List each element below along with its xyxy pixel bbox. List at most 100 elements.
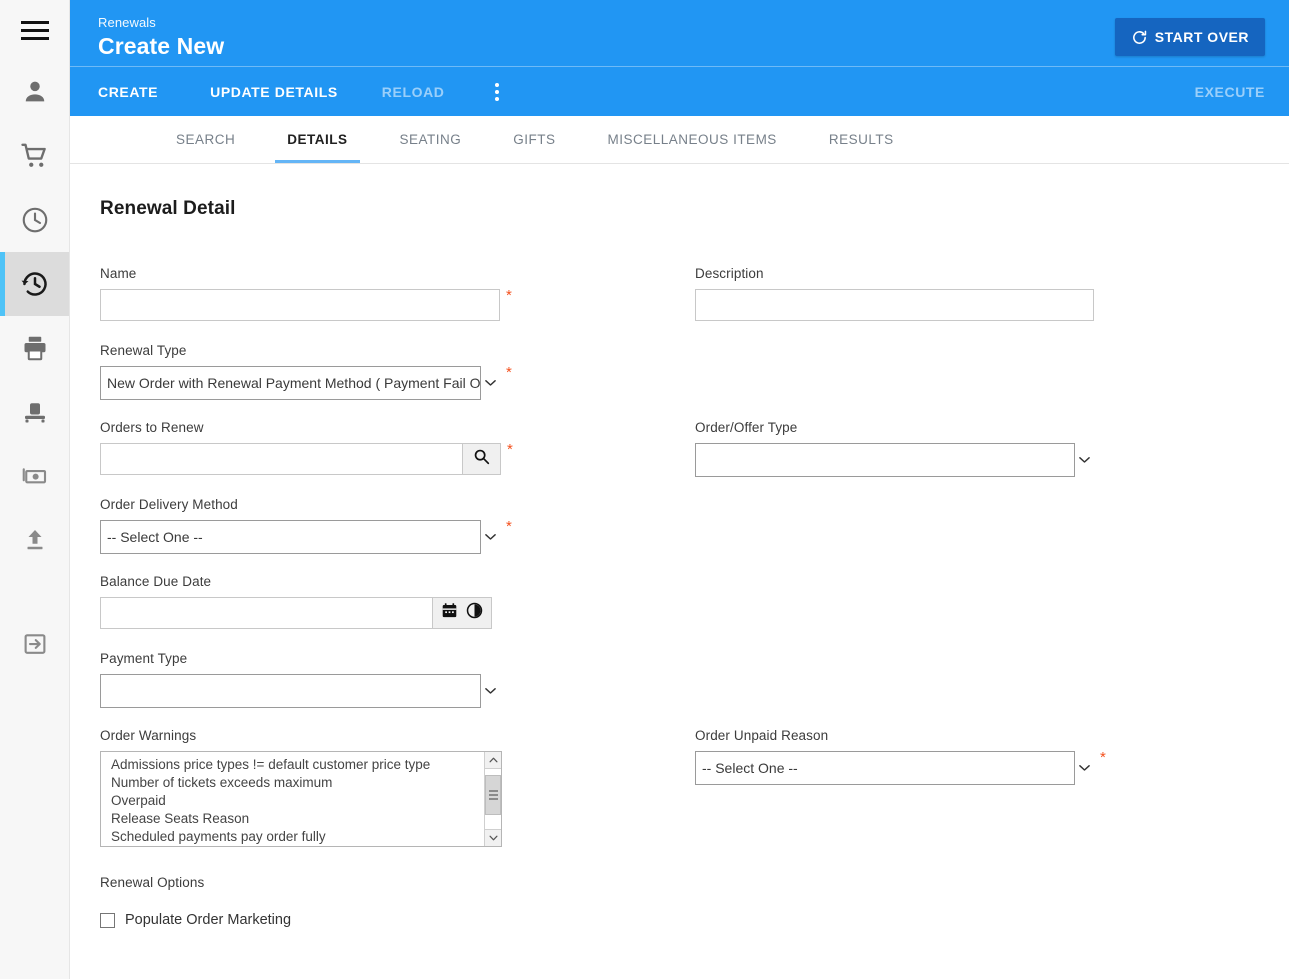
list-item[interactable]: Admissions price types != default custom…	[111, 756, 501, 774]
list-item[interactable]: Number of tickets exceeds maximum	[111, 774, 501, 792]
action-execute: EXECUTE	[1194, 83, 1265, 100]
field-order-unpaid-reason: Order Unpaid Reason -- Select One -- *	[695, 728, 1106, 785]
orders-to-renew-label: Orders to Renew	[100, 420, 204, 435]
field-renewal-options: Renewal Options Populate Order Marketing	[100, 875, 291, 928]
list-item[interactable]: Scheduled payments pay order fully	[111, 828, 501, 846]
hamburger-menu-icon[interactable]	[0, 0, 69, 60]
start-over-button[interactable]: START OVER	[1114, 18, 1265, 56]
balance-due-date-label: Balance Due Date	[100, 574, 212, 589]
payment-type-select-wrap	[100, 674, 500, 708]
form-grid: Name * Description Renewal Type New Orde…	[70, 258, 1289, 979]
order-delivery-method-select[interactable]: -- Select One --	[100, 520, 500, 554]
sidebar-item-upload[interactable]	[0, 508, 69, 572]
renewal-options-label: Renewal Options	[100, 875, 205, 890]
order-delivery-method-select-wrap: -- Select One --	[100, 520, 500, 554]
tab-bar: SEARCH DETAILS SEATING GIFTS MISCELLANEO…	[70, 116, 1289, 164]
app-root: Renewals Create New START OVER CREATE UP…	[0, 0, 1289, 979]
seat-icon	[20, 397, 50, 427]
sidebar-item-cart[interactable]	[0, 124, 69, 188]
history-icon	[20, 269, 50, 299]
clock-picker-icon[interactable]	[466, 602, 483, 624]
order-warnings-listbox[interactable]: Admissions price types != default custom…	[100, 751, 502, 847]
field-balance-due-date: Balance Due Date	[100, 574, 492, 629]
page-title: Create New	[98, 33, 225, 59]
order-warnings-scrollbar[interactable]	[484, 752, 501, 846]
balance-due-date-input[interactable]	[100, 597, 433, 629]
header-titles: Renewals Create New	[98, 14, 224, 60]
clock-icon	[20, 205, 50, 235]
tab-results[interactable]: RESULTS	[803, 116, 920, 163]
search-icon	[473, 448, 490, 470]
populate-order-marketing-row[interactable]: Populate Order Marketing	[100, 912, 291, 928]
balance-due-date-pickers[interactable]	[433, 597, 492, 629]
order-unpaid-reason-label: Order Unpaid Reason	[695, 728, 829, 743]
breadcrumb: Renewals	[98, 15, 156, 30]
sidebar-item-login[interactable]	[0, 612, 69, 676]
scroll-down-icon[interactable]	[485, 829, 501, 846]
orders-to-renew-input[interactable]	[100, 443, 463, 475]
field-order-delivery-method: Order Delivery Method -- Select One -- *	[100, 497, 512, 554]
field-name: Name *	[100, 266, 512, 321]
kebab-menu-icon[interactable]	[475, 67, 519, 117]
money-icon	[20, 461, 50, 491]
printer-icon	[20, 333, 50, 363]
field-orders-to-renew: Orders to Renew *	[100, 420, 513, 475]
page-header: Renewals Create New START OVER	[70, 0, 1289, 66]
list-item[interactable]: Release Seats Reason	[111, 810, 501, 828]
sidebar-item-customer[interactable]	[0, 60, 69, 124]
sidebar	[0, 0, 70, 979]
order-warnings-items: Admissions price types != default custom…	[101, 752, 501, 847]
renewal-type-label: Renewal Type	[100, 343, 187, 358]
name-input[interactable]	[100, 289, 500, 321]
orders-to-renew-required-marker: *	[507, 441, 513, 458]
tab-details[interactable]: DETAILS	[261, 116, 373, 163]
sidebar-item-renewals[interactable]	[0, 252, 69, 316]
orders-to-renew-search-button[interactable]	[463, 443, 501, 475]
tab-gifts[interactable]: GIFTS	[487, 116, 581, 163]
tab-search[interactable]: SEARCH	[150, 116, 261, 163]
field-order-offer-type: Order/Offer Type	[695, 420, 1094, 477]
tab-seating[interactable]: SEATING	[374, 116, 488, 163]
list-item[interactable]: Unfulfilled handling	[111, 846, 501, 847]
action-update-details[interactable]: UPDATE DETAILS	[188, 67, 360, 117]
tab-miscellaneous-items[interactable]: MISCELLANEOUS ITEMS	[582, 116, 803, 163]
tab-panel-details: Renewal Detail Name * Description Renewa…	[70, 164, 1289, 979]
description-input[interactable]	[695, 289, 1094, 321]
payment-type-label: Payment Type	[100, 651, 188, 666]
sidebar-item-seating[interactable]	[0, 380, 69, 444]
scroll-thumb[interactable]	[485, 775, 501, 815]
order-delivery-method-label: Order Delivery Method	[100, 497, 238, 512]
scroll-track[interactable]	[485, 769, 501, 829]
order-offer-type-label: Order/Offer Type	[695, 420, 798, 435]
payment-type-select[interactable]	[100, 674, 500, 708]
cart-icon	[20, 141, 50, 171]
field-order-warnings: Order Warnings Admissions price types !=…	[100, 728, 502, 847]
field-renewal-type: Renewal Type New Order with Renewal Paym…	[100, 343, 512, 400]
action-reload: RELOAD	[381, 83, 445, 100]
action-bar: CREATE UPDATE DETAILS RELOAD EXECUTE	[70, 66, 1289, 116]
scroll-up-icon[interactable]	[485, 752, 501, 769]
list-item[interactable]: Overpaid	[111, 792, 501, 810]
field-description: Description	[695, 266, 1094, 321]
renewal-type-select[interactable]: New Order with Renewal Payment Method ( …	[100, 366, 500, 400]
start-over-label: START OVER	[1154, 29, 1249, 45]
order-unpaid-reason-required-marker: *	[1100, 749, 1106, 766]
action-create[interactable]: CREATE	[98, 67, 188, 117]
description-label: Description	[695, 266, 764, 281]
sidebar-item-print[interactable]	[0, 316, 69, 380]
renewal-type-required-marker: *	[506, 364, 512, 381]
name-required-marker: *	[506, 287, 512, 304]
populate-order-marketing-checkbox[interactable]	[100, 912, 115, 928]
field-payment-type: Payment Type	[100, 651, 500, 708]
name-label: Name	[100, 266, 137, 281]
sidebar-item-payments[interactable]	[0, 444, 69, 508]
main-area: Renewals Create New START OVER CREATE UP…	[70, 0, 1289, 979]
sidebar-item-schedule[interactable]	[0, 188, 69, 252]
calendar-icon[interactable]	[441, 602, 458, 624]
refresh-icon	[1131, 29, 1148, 46]
order-offer-type-select-wrap	[695, 443, 1094, 477]
person-icon	[20, 77, 50, 107]
order-unpaid-reason-select[interactable]: -- Select One --	[695, 751, 1094, 785]
order-offer-type-select[interactable]	[695, 443, 1094, 477]
